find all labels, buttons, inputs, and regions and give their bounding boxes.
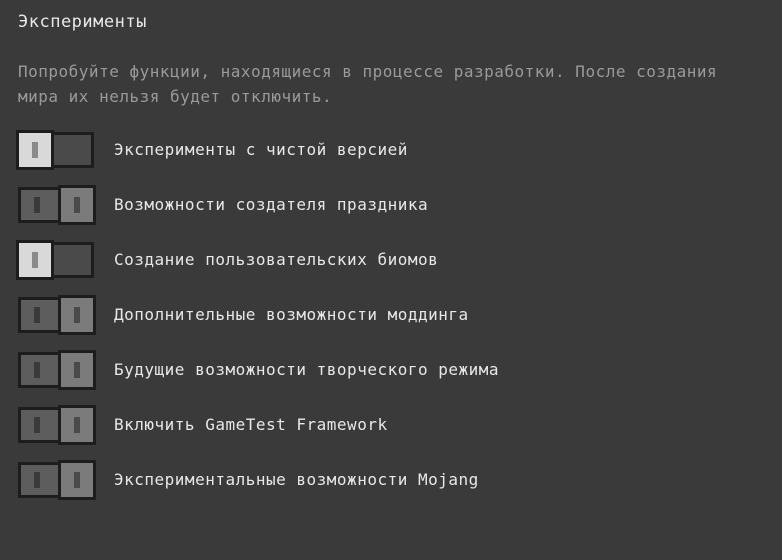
toggle-knob-pip-icon [74,362,80,378]
section-title: Эксперименты [18,12,764,32]
toggle-knob [16,130,54,170]
toggle-knob [58,460,96,500]
toggle-label: Возможности создателя праздника [114,195,428,214]
toggle-knob-pip-icon [74,472,80,488]
toggle-knob-pip-icon [74,307,80,323]
toggle-switch[interactable] [18,187,94,223]
toggle-label: Эксперименты с чистой версией [114,140,408,159]
toggle-knob [58,185,96,225]
toggle-label: Включить GameTest Framework [114,415,388,434]
toggle-label: Будущие возможности творческого режима [114,360,499,379]
toggle-knob-pip-icon [32,142,38,158]
toggle-switch[interactable] [18,297,94,333]
toggle-indicator-icon [34,417,40,433]
toggle-row: Возможности создателя праздника [18,187,764,223]
toggle-row: Экспериментальные возможности Mojang [18,462,764,498]
toggle-switch[interactable] [18,407,94,443]
toggle-knob [16,240,54,280]
toggle-row: Эксперименты с чистой версией [18,132,764,168]
toggle-indicator-icon [34,197,40,213]
toggle-knob-pip-icon [74,197,80,213]
toggle-indicator-icon [34,362,40,378]
toggle-knob [58,405,96,445]
toggle-row: Создание пользовательских биомов [18,242,764,278]
toggle-switch[interactable] [18,352,94,388]
toggle-row: Дополнительные возможности моддинга [18,297,764,333]
toggle-knob [58,295,96,335]
toggle-switch[interactable] [18,242,94,278]
toggle-knob-pip-icon [74,417,80,433]
toggle-switch[interactable] [18,132,94,168]
toggle-indicator-icon [34,472,40,488]
toggle-row: Включить GameTest Framework [18,407,764,443]
toggle-label: Создание пользовательских биомов [114,250,438,269]
section-description: Попробуйте функции, находящиеся в процес… [18,60,764,110]
toggle-knob [58,350,96,390]
toggle-label: Дополнительные возможности моддинга [114,305,469,324]
toggle-knob-pip-icon [32,252,38,268]
toggle-row: Будущие возможности творческого режима [18,352,764,388]
toggle-list: Эксперименты с чистой версией Возможности… [18,132,764,498]
toggle-indicator-icon [34,307,40,323]
toggle-label: Экспериментальные возможности Mojang [114,470,479,489]
toggle-switch[interactable] [18,462,94,498]
